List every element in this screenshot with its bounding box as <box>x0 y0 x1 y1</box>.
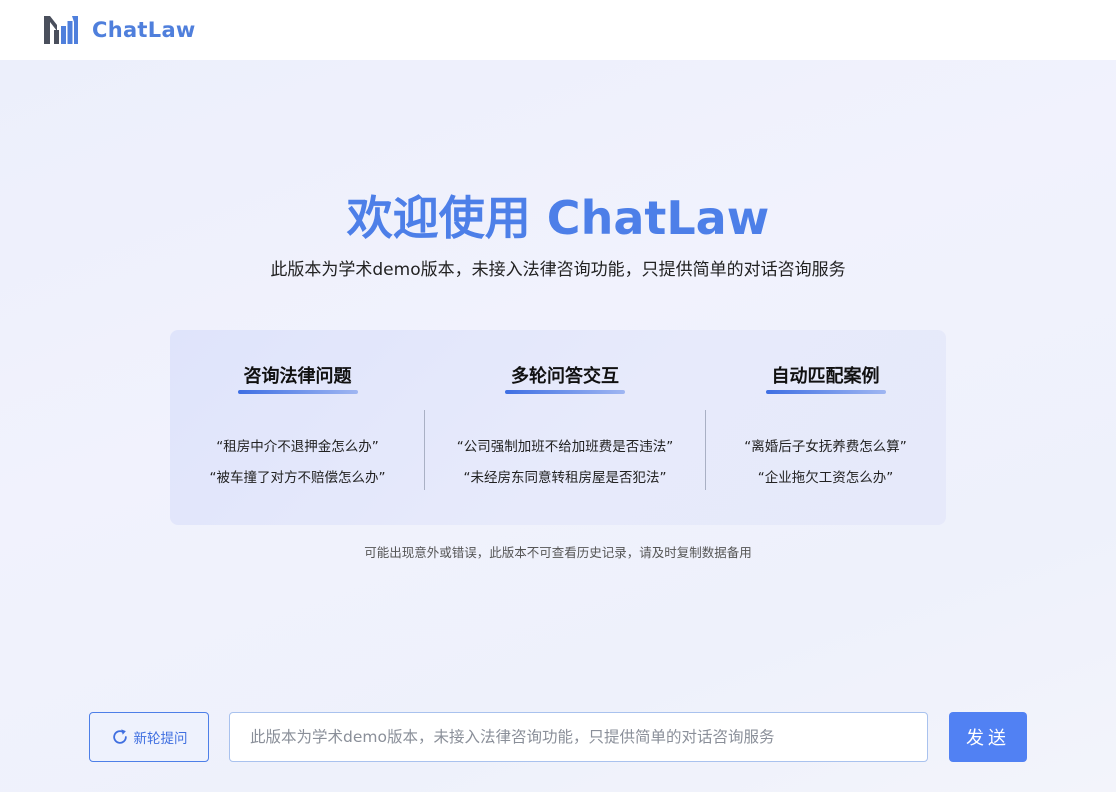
example-question[interactable]: “公司强制加班不给加班费是否违法” <box>425 432 705 463</box>
example-question[interactable]: “离婚后子女抚养费怎么算” <box>705 432 946 463</box>
example-list: “公司强制加班不给加班费是否违法” “未经房东同意转租房屋是否犯法” <box>425 432 705 494</box>
chatlaw-logo-icon <box>44 16 78 44</box>
brand[interactable]: ChatLaw <box>44 16 196 44</box>
disclaimer-notice: 可能出现意外或错误，此版本不可查看历史记录，请及时复制数据备用 <box>364 545 752 560</box>
example-question[interactable]: “被车撞了对方不赔偿怎么办” <box>170 463 425 494</box>
example-question[interactable]: “未经房东同意转租房屋是否犯法” <box>425 463 705 494</box>
example-question[interactable]: “租房中介不退押金怎么办” <box>170 432 425 463</box>
feature-column-multiturn: 多轮问答交互 “公司强制加班不给加班费是否违法” “未经房东同意转租房屋是否犯法… <box>425 330 705 525</box>
welcome-title: 欢迎使用 ChatLaw <box>346 191 770 245</box>
feature-card: 咨询法律问题 “租房中介不退押金怎么办” “被车撞了对方不赔偿怎么办” 多轮问答… <box>170 330 946 525</box>
feature-title: 咨询法律问题 <box>237 362 358 394</box>
welcome-subtitle: 此版本为学术demo版本，未接入法律咨询功能，只提供简单的对话咨询服务 <box>270 260 846 280</box>
feature-column-cases: 自动匹配案例 “离婚后子女抚养费怎么算” “企业拖欠工资怎么办” <box>705 330 946 525</box>
feature-column-consult: 咨询法律问题 “租房中介不退押金怎么办” “被车撞了对方不赔偿怎么办” <box>170 330 425 525</box>
chatlaw-page: ChatLaw 欢迎使用 ChatLaw 此版本为学术demo版本，未接入法律咨… <box>0 0 1116 792</box>
new-round-button[interactable]: 新轮提问 <box>89 712 209 762</box>
example-list: “离婚后子女抚养费怎么算” “企业拖欠工资怎么办” <box>705 432 946 494</box>
feature-title: 多轮问答交互 <box>505 362 625 394</box>
new-round-label: 新轮提问 <box>133 731 188 747</box>
example-question[interactable]: “企业拖欠工资怎么办” <box>705 463 946 494</box>
top-header: ChatLaw <box>0 0 1116 60</box>
send-button[interactable]: 发送 <box>949 712 1027 762</box>
refresh-icon <box>112 729 127 744</box>
main-area: 欢迎使用 ChatLaw 此版本为学术demo版本，未接入法律咨询功能，只提供简… <box>0 60 1116 792</box>
feature-title: 自动匹配案例 <box>765 362 886 394</box>
example-list: “租房中介不退押金怎么办” “被车撞了对方不赔偿怎么办” <box>170 432 425 494</box>
chat-input[interactable] <box>229 712 928 762</box>
brand-name: ChatLaw <box>92 18 196 42</box>
